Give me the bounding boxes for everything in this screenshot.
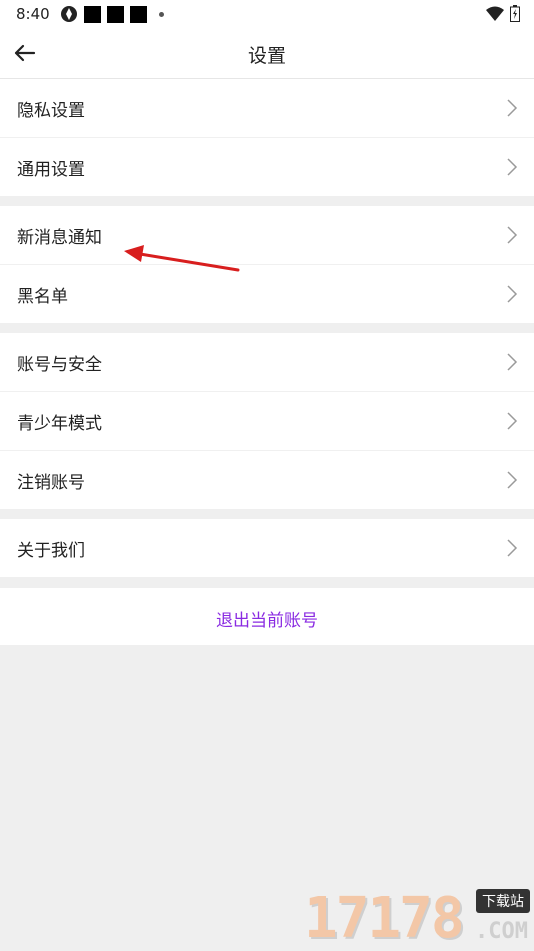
- chevron-right-icon: [507, 285, 518, 303]
- top-navbar: 设置: [0, 28, 534, 79]
- settings-item-about[interactable]: 关于我们: [0, 519, 534, 577]
- notification-square-icon: [130, 5, 147, 23]
- settings-item-general[interactable]: 通用设置: [0, 138, 534, 196]
- logout-label: 退出当前账号: [216, 611, 318, 631]
- watermark-tag: 下载站: [476, 889, 530, 913]
- settings-item-account-security[interactable]: 账号与安全: [0, 333, 534, 392]
- settings-group-account: 账号与安全 青少年模式 注销账号: [0, 333, 534, 509]
- system-icons: [486, 5, 520, 22]
- settings-item-label: 账号与安全: [17, 355, 102, 375]
- settings-item-label: 青少年模式: [17, 414, 102, 434]
- watermark-suffix: .COM: [475, 919, 528, 944]
- settings-item-privacy[interactable]: 隐私设置: [0, 79, 534, 138]
- chevron-right-icon: [507, 471, 518, 489]
- chevron-right-icon: [507, 158, 518, 176]
- settings-group-messages: 新消息通知 黑名单: [0, 206, 534, 323]
- notification-square-icon: [84, 5, 101, 23]
- site-watermark: 17178 下载站 .COM: [304, 885, 534, 950]
- settings-group-privacy: 隐私设置 通用设置: [0, 79, 534, 196]
- chevron-right-icon: [507, 353, 518, 371]
- settings-group-about: 关于我们: [0, 519, 534, 577]
- battery-icon: [510, 5, 520, 22]
- app-notification-icon: [61, 6, 77, 22]
- wifi-icon: [486, 6, 504, 21]
- page-title: 设置: [247, 45, 286, 67]
- status-time: 8:40: [16, 5, 50, 23]
- chevron-right-icon: [507, 539, 518, 557]
- settings-item-notifications[interactable]: 新消息通知: [0, 206, 534, 265]
- settings-item-label: 通用设置: [17, 160, 85, 180]
- settings-item-label: 注销账号: [17, 473, 85, 493]
- settings-item-delete-account[interactable]: 注销账号: [0, 451, 534, 509]
- settings-item-label: 黑名单: [17, 287, 68, 307]
- chevron-right-icon: [507, 99, 518, 117]
- settings-item-label: 隐私设置: [17, 101, 85, 121]
- status-bar: 8:40: [0, 0, 534, 28]
- logout-button[interactable]: 退出当前账号: [0, 588, 534, 645]
- watermark-number: 17178: [304, 886, 465, 951]
- settings-item-blacklist[interactable]: 黑名单: [0, 265, 534, 323]
- chevron-right-icon: [507, 226, 518, 244]
- notification-icons: [60, 5, 164, 23]
- notification-square-icon: [107, 5, 124, 23]
- settings-item-label: 关于我们: [17, 541, 85, 561]
- chevron-right-icon: [507, 412, 518, 430]
- settings-item-label: 新消息通知: [17, 228, 102, 248]
- more-notifications-dot-icon: [159, 11, 164, 17]
- settings-item-youth-mode[interactable]: 青少年模式: [0, 392, 534, 451]
- red-arrow-annotation-icon: [124, 245, 240, 272]
